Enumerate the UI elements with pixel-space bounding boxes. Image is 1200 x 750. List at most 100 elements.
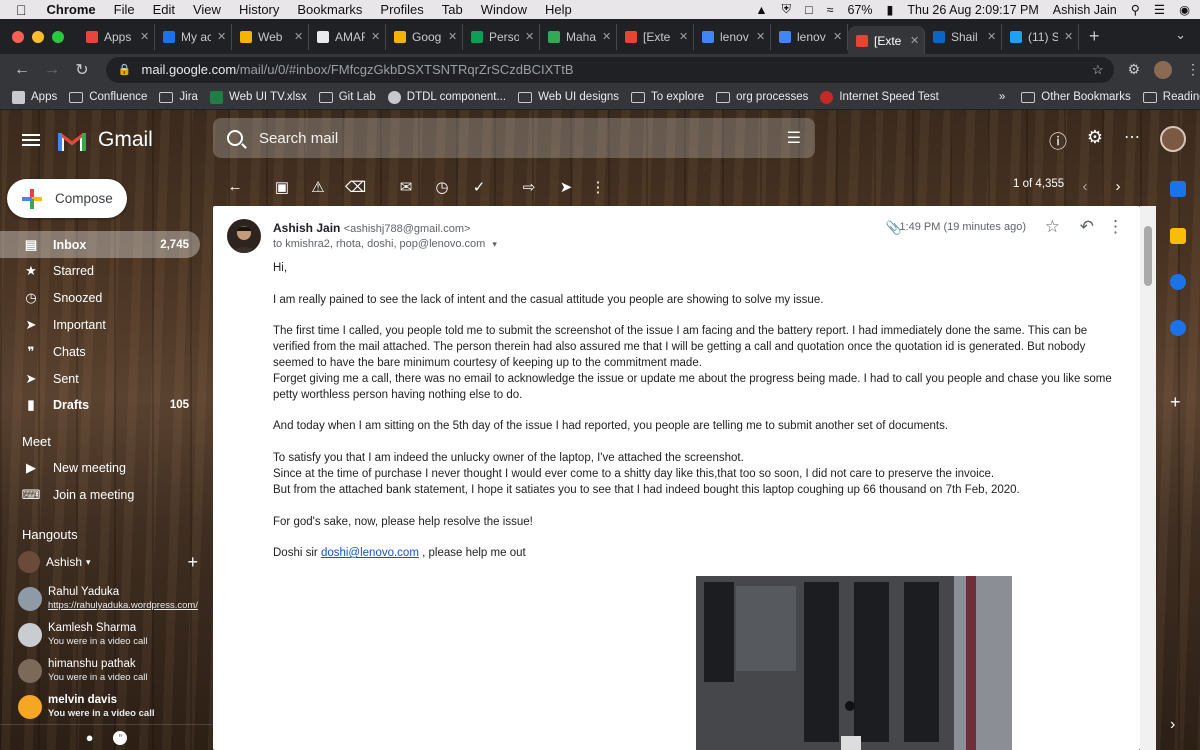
control-center-icon[interactable]: ☰ [1154, 2, 1165, 17]
bookmark-org-processes[interactable]: org processes [716, 91, 808, 103]
back-to-inbox-icon[interactable]: ← [225, 178, 245, 195]
star-icon[interactable]: ☆ [1045, 217, 1060, 237]
join-meeting-link[interactable]: ⌨ Join a meeting [0, 481, 200, 508]
lock-icon[interactable]: 🔒 [118, 63, 132, 76]
menu-file[interactable]: File [114, 2, 135, 17]
bookmark-web-ui-tv[interactable]: Web UI TV.xlsx [209, 90, 307, 104]
hangouts-self[interactable]: Ashish ▾ + [18, 545, 198, 579]
nav-item-drafts[interactable]: ▮ Drafts 105 [0, 392, 200, 419]
close-tab-icon[interactable]: ✕ [294, 30, 303, 43]
user-name[interactable]: Ashish Jain [1053, 3, 1117, 17]
tab-7[interactable]: [Exte ✕ [617, 23, 694, 50]
sender-name[interactable]: Ashish Jain [273, 221, 340, 235]
bookmark-confluence[interactable]: Confluence [69, 91, 147, 103]
tab-11[interactable]: Shail ✕ [925, 23, 1002, 50]
bookmark-star-icon[interactable]: ☆ [1092, 62, 1104, 78]
menu-window[interactable]: Window [481, 2, 527, 17]
close-tab-icon[interactable]: ✕ [371, 30, 380, 43]
older-chevron-icon[interactable]: › [1108, 178, 1128, 195]
nav-item-important[interactable]: ➤ Important [0, 311, 200, 338]
menu-app-name[interactable]: Chrome [47, 2, 96, 17]
contacts-icon[interactable] [1170, 320, 1186, 336]
nav-item-sent[interactable]: ➤ Sent [0, 365, 200, 392]
close-tab-icon[interactable]: ✕ [833, 30, 842, 43]
tab-8[interactable]: lenov ✕ [694, 23, 771, 50]
close-tab-icon[interactable]: ✕ [140, 30, 149, 43]
close-tab-icon[interactable]: ✕ [987, 30, 996, 43]
menu-help[interactable]: Help [545, 2, 572, 17]
report-spam-icon[interactable]: ⚠ [308, 178, 328, 196]
more-actions-icon[interactable]: ⋮ [588, 178, 608, 196]
tab-5[interactable]: Perso ✕ [463, 23, 540, 50]
omnibox[interactable]: 🔒 mail.google.com/mail/u/0/#inbox/FMfcgz… [105, 56, 1114, 83]
newer-chevron-icon[interactable]: ‹ [1075, 178, 1095, 195]
sender-avatar[interactable] [227, 219, 261, 253]
clock-text[interactable]: Thu 26 Aug 2:09:17 PM [907, 3, 1038, 17]
bookmark-speed-test[interactable]: Internet Speed Test [820, 90, 939, 104]
add-task-icon[interactable]: ✓ [469, 178, 489, 196]
laptop-photo-attachment[interactable] [696, 576, 1012, 750]
account-avatar[interactable] [1160, 126, 1186, 152]
tab-search-icon[interactable]: ⌄ [1175, 27, 1186, 43]
move-to-icon[interactable]: ⇨ [519, 178, 539, 196]
person-icon[interactable]: ● [86, 730, 94, 745]
snooze-icon[interactable]: ◷ [432, 178, 452, 196]
calendar-icon[interactable] [1170, 181, 1186, 197]
google-apps-icon[interactable]: ⋯ [1120, 127, 1144, 147]
nav-item-starred[interactable]: ★ Starred [0, 258, 200, 285]
tab-6[interactable]: Maha ✕ [540, 23, 617, 50]
nav-item-chats[interactable]: ❞ Chats [0, 338, 200, 365]
more-options-icon[interactable]: ⋮ [1107, 217, 1124, 237]
battery-percent[interactable]: 67% [848, 3, 873, 17]
close-tab-icon[interactable]: ✕ [679, 30, 688, 43]
show-side-panel-icon[interactable]: › [1170, 716, 1175, 734]
main-menu-icon[interactable] [22, 131, 40, 149]
bookmark-gitlab[interactable]: Git Lab [318, 91, 376, 103]
tab-12[interactable]: (11) S ✕ [1002, 23, 1079, 50]
hangouts-contact[interactable]: Rahul Yaduka https://rahulyaduka.wordpres… [18, 582, 198, 616]
search-input[interactable]: Search mail [259, 130, 338, 147]
mark-unread-icon[interactable]: ✉ [396, 178, 416, 196]
new-meeting-link[interactable]: ▶ New meeting [0, 454, 200, 481]
reload-icon[interactable]: ↻ [74, 60, 90, 80]
tab-2[interactable]: Web ✕ [232, 23, 309, 50]
close-tab-icon[interactable]: ✕ [448, 30, 457, 43]
hangouts-contact[interactable]: Kamlesh Sharma You were in a video call [18, 618, 198, 652]
bookmark-other[interactable]: Other Bookmarks [1021, 91, 1131, 103]
bookmark-to-explore[interactable]: To explore [631, 91, 704, 103]
keep-icon[interactable] [1170, 228, 1186, 244]
menu-view[interactable]: View [193, 2, 221, 17]
chevron-down-icon[interactable]: ▾ [492, 239, 497, 249]
get-addons-icon[interactable]: + [1170, 392, 1181, 413]
help-icon[interactable]: ⓘ [1046, 128, 1070, 154]
reply-icon[interactable]: ↶ [1080, 217, 1094, 237]
tab-0[interactable]: Apps ✕ [78, 23, 155, 50]
profile-avatar[interactable] [1154, 60, 1172, 79]
bookmark-jira[interactable]: Jira [159, 91, 198, 103]
close-tab-icon[interactable]: ✕ [217, 30, 226, 43]
gmail-logo[interactable]: Gmail [58, 128, 153, 152]
menu-edit[interactable]: Edit [153, 2, 175, 17]
bookmark-web-ui-designs[interactable]: Web UI designs [518, 91, 619, 103]
nav-item-snoozed[interactable]: ◷ Snoozed [0, 285, 200, 312]
hangouts-contact[interactable]: melvin davis You were in a video call [18, 690, 198, 724]
tasks-icon[interactable] [1170, 274, 1186, 290]
wifi-icon[interactable]: ≈ [827, 3, 834, 17]
tab-3[interactable]: AMAF ✕ [309, 23, 386, 50]
close-tab-icon[interactable]: ✕ [910, 34, 919, 47]
nav-item-inbox[interactable]: ▤ Inbox 2,745 [0, 231, 200, 258]
close-tab-icon[interactable]: ✕ [602, 30, 611, 43]
tab-9[interactable]: lenov ✕ [771, 23, 848, 50]
bookmark-apps[interactable]: Apps [12, 90, 57, 104]
bookmark-dtdl[interactable]: DTDL component... [387, 90, 506, 104]
close-tab-icon[interactable]: ✕ [756, 30, 765, 43]
delete-icon[interactable]: ⌫ [345, 178, 366, 196]
evernote-icon[interactable]: □ [805, 3, 813, 17]
archive-icon[interactable]: ▣ [272, 178, 292, 196]
menu-tab[interactable]: Tab [442, 2, 463, 17]
chevron-down-icon[interactable]: ▾ [86, 557, 91, 568]
menu-history[interactable]: History [239, 2, 279, 17]
bookmark-reading-list[interactable]: Reading List [1142, 91, 1200, 103]
siri-icon[interactable]: ◉ [1179, 2, 1190, 17]
add-contact-icon[interactable]: + [187, 552, 198, 573]
